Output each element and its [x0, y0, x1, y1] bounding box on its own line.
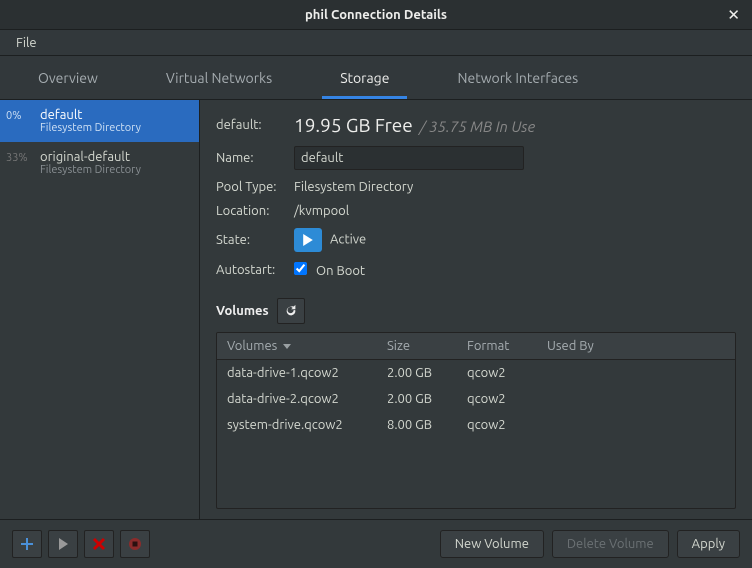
stop-circle-icon	[128, 537, 142, 551]
tab-bar: Overview Virtual Networks Storage Networ…	[0, 56, 752, 100]
table-row[interactable]: system-drive.qcow2 8.00 GB qcow2	[217, 412, 735, 438]
volumes-table: Volumes Size Format Used By data-drive-1…	[216, 332, 736, 509]
pool-name: default	[40, 108, 189, 122]
row-autostart: Autostart: On Boot	[216, 262, 736, 278]
window-titlebar: phil Connection Details ✕	[0, 0, 752, 30]
vol-usedby	[537, 360, 735, 386]
pooltype-value: Filesystem Directory	[294, 180, 413, 194]
row-location: Location: /kvmpool	[216, 204, 736, 218]
play-icon	[56, 537, 70, 551]
name-label: Name:	[216, 151, 294, 165]
pool-type: Filesystem Directory	[40, 164, 189, 176]
tab-overview[interactable]: Overview	[20, 56, 116, 99]
state-label: State:	[216, 233, 294, 247]
vol-usedby	[537, 412, 735, 438]
detail-header-label: default:	[216, 118, 294, 132]
add-pool-button[interactable]	[12, 530, 42, 558]
state-text: Active	[330, 232, 366, 246]
vol-format: qcow2	[457, 386, 537, 412]
vol-usedby	[537, 386, 735, 412]
apply-button[interactable]: Apply	[677, 530, 740, 558]
volumes-label: Volumes	[216, 304, 269, 318]
col-header-volumes[interactable]: Volumes	[217, 333, 377, 359]
new-volume-button[interactable]: New Volume	[440, 530, 544, 558]
tab-storage[interactable]: Storage	[322, 56, 407, 99]
pool-usage: 33%	[6, 152, 28, 164]
table-row[interactable]: data-drive-2.qcow2 2.00 GB qcow2	[217, 386, 735, 412]
menu-file[interactable]: File	[10, 32, 43, 54]
in-use-space: / 35.75 MB In Use	[420, 118, 535, 135]
close-icon[interactable]: ✕	[727, 6, 740, 24]
table-header: Volumes Size Format Used By	[217, 333, 735, 360]
state-value-group: Active	[294, 228, 366, 252]
location-value: /kvmpool	[294, 204, 349, 218]
storage-detail: default: 19.95 GB Free / 35.75 MB In Use…	[200, 100, 752, 519]
row-pooltype: Pool Type: Filesystem Directory	[216, 180, 736, 194]
col-header-size[interactable]: Size	[377, 333, 457, 359]
main-panel: 0% default Filesystem Directory 33% orig…	[0, 100, 752, 519]
pool-type: Filesystem Directory	[40, 122, 189, 134]
vol-name: data-drive-2.qcow2	[217, 386, 377, 412]
free-space: 19.95 GB Free	[294, 114, 413, 136]
vol-size: 8.00 GB	[377, 412, 457, 438]
delete-volume-button[interactable]: Delete Volume	[552, 530, 669, 558]
name-input[interactable]	[294, 146, 524, 170]
vol-format: qcow2	[457, 412, 537, 438]
pool-name: original-default	[40, 150, 189, 164]
stop-pool-button[interactable]	[84, 530, 114, 558]
x-red-icon	[92, 537, 106, 551]
autostart-checkbox[interactable]	[294, 262, 307, 275]
vol-size: 2.00 GB	[377, 386, 457, 412]
table-row[interactable]: data-drive-1.qcow2 2.00 GB qcow2	[217, 360, 735, 386]
row-name: Name:	[216, 146, 736, 170]
vol-format: qcow2	[457, 360, 537, 386]
start-pool-button[interactable]	[48, 530, 78, 558]
window-title: phil Connection Details	[305, 8, 447, 22]
col-header-format[interactable]: Format	[457, 333, 537, 359]
delete-pool-button[interactable]	[120, 530, 150, 558]
col-header-usedby[interactable]: Used By	[537, 333, 735, 359]
vol-name: system-drive.qcow2	[217, 412, 377, 438]
tab-network-interfaces[interactable]: Network Interfaces	[439, 56, 596, 99]
vol-size: 2.00 GB	[377, 360, 457, 386]
pooltype-label: Pool Type:	[216, 180, 294, 194]
volumes-heading: Volumes	[216, 298, 736, 324]
location-label: Location:	[216, 204, 294, 218]
plus-icon	[20, 537, 34, 551]
row-state: State: Active	[216, 228, 736, 252]
bottom-toolbar: New Volume Delete Volume Apply	[0, 519, 752, 568]
pool-usage: 0%	[6, 110, 21, 122]
refresh-button[interactable]	[277, 298, 305, 324]
sort-down-icon	[283, 342, 291, 350]
menu-bar: File	[0, 30, 752, 56]
autostart-label: Autostart:	[216, 263, 294, 277]
refresh-icon	[284, 304, 298, 318]
autostart-value-group: On Boot	[294, 262, 365, 278]
autostart-text: On Boot	[316, 264, 365, 278]
vol-name: data-drive-1.qcow2	[217, 360, 377, 386]
play-icon	[294, 228, 322, 252]
pool-sidebar: 0% default Filesystem Directory 33% orig…	[0, 100, 200, 519]
pool-list: 0% default Filesystem Directory 33% orig…	[0, 100, 199, 519]
pool-item-original-default[interactable]: 33% original-default Filesystem Director…	[0, 142, 199, 184]
tab-virtual-networks[interactable]: Virtual Networks	[148, 56, 290, 99]
pool-item-default[interactable]: 0% default Filesystem Directory	[0, 100, 199, 142]
row-header: default: 19.95 GB Free / 35.75 MB In Use	[216, 114, 736, 136]
